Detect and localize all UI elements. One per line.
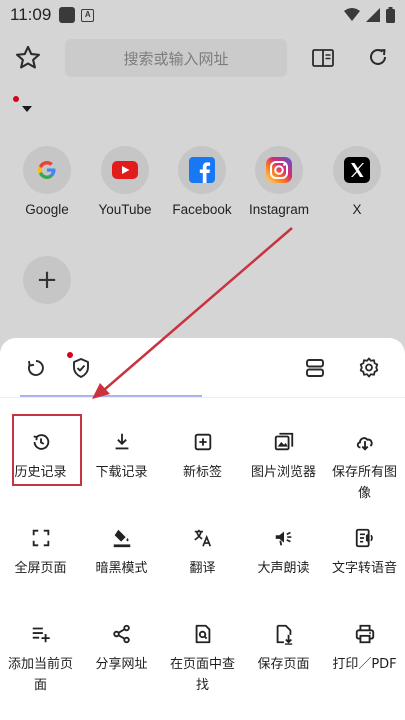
menu-item-find-in-page[interactable]: 在页面中查找 [162, 622, 243, 696]
gear-icon[interactable] [357, 356, 381, 380]
menu-item-save-page[interactable]: 保存页面 [243, 622, 324, 675]
menu-item-label: 文字转语音 [331, 561, 397, 576]
shortcut-instagram[interactable]: Instagram [240, 146, 318, 217]
menu-item-label: 全屏页面 [14, 561, 67, 576]
menu-tab-bar [0, 338, 405, 398]
shortcut-youtube[interactable]: YouTube [86, 146, 164, 217]
shortcut-label: Instagram [248, 202, 310, 217]
chevron-down-icon [22, 106, 32, 112]
add-shortcut-button[interactable]: + [23, 256, 71, 304]
menu-item-read-aloud[interactable]: 大声朗读 [243, 526, 324, 579]
read-aloud-icon [272, 526, 296, 550]
undo-icon[interactable] [24, 356, 48, 380]
menu-item-share[interactable]: 分享网址 [81, 622, 162, 675]
signal-icon [366, 8, 380, 22]
browser-toolbar: 搜索或输入网址 [0, 38, 405, 80]
menu-item-translate[interactable]: 翻译 [162, 526, 243, 579]
dark-mode-icon [110, 526, 134, 550]
battery-icon [386, 7, 395, 23]
menu-item-new-tab[interactable]: 新标签 [162, 430, 243, 483]
menu-item-text-to-speech[interactable]: 文字转语音 [324, 526, 405, 579]
shortcut-label: Facebook [172, 202, 232, 217]
menu-item-label: 暗黑模式 [95, 561, 148, 576]
shortcut-google[interactable]: Google [8, 146, 86, 217]
menu-item-print[interactable]: 打印／PDF [324, 622, 405, 675]
menu-item-label: 分享网址 [95, 657, 148, 672]
history-highlight-box [12, 414, 82, 486]
find-in-page-icon [191, 622, 215, 646]
menu-item-label: 图片浏览器 [250, 465, 316, 480]
menu-item-label: 下载记录 [95, 465, 148, 480]
menu-item-image-browser[interactable]: 图片浏览器 [243, 430, 324, 483]
menu-item-fullscreen[interactable]: 全屏页面 [0, 526, 81, 579]
shortcut-label: Google [25, 202, 69, 217]
google-icon [23, 146, 71, 194]
download-icon [110, 430, 134, 454]
instagram-icon [255, 146, 303, 194]
sheet-divider [0, 397, 405, 398]
cloud-download-icon [353, 430, 377, 454]
fullscreen-icon [29, 526, 53, 550]
shield-notification-dot [67, 352, 73, 358]
menu-item-cloud-download[interactable]: 保存所有图像 [324, 430, 405, 504]
menu-item-download[interactable]: 下载记录 [81, 430, 162, 483]
status-time: 11:09 [10, 5, 52, 24]
wifi-icon [344, 8, 360, 21]
status-bar: 11:09 A [0, 0, 405, 30]
new-tab-icon [191, 430, 215, 454]
print-icon [353, 622, 377, 646]
search-input[interactable]: 搜索或输入网址 [65, 39, 287, 77]
share-icon [110, 622, 134, 646]
menu-item-label: 翻译 [189, 561, 216, 576]
menu-item-label: 保存页面 [257, 657, 310, 672]
x-icon [333, 146, 381, 194]
reload-icon[interactable] [366, 45, 390, 69]
shortcut-label: X [352, 202, 362, 217]
facebook-icon [178, 146, 226, 194]
menu-item-label: 打印／PDF [332, 657, 397, 672]
save-page-icon [272, 622, 296, 646]
image-browser-icon [272, 430, 296, 454]
bookmark-star-icon[interactable] [14, 44, 42, 72]
translate-icon [191, 526, 215, 550]
shortcut-label: YouTube [98, 202, 152, 217]
shield-check-icon[interactable] [69, 356, 93, 380]
search-placeholder: 搜索或输入网址 [123, 49, 229, 68]
plus-icon: + [36, 265, 58, 295]
menu-item-label: 在页面中查找 [169, 657, 235, 693]
menu-item-dark-mode[interactable]: 暗黑模式 [81, 526, 162, 579]
layout-icon[interactable] [303, 356, 327, 380]
shortcut-facebook[interactable]: Facebook [163, 146, 241, 217]
shortcut-x[interactable]: X [318, 146, 396, 217]
menu-item-label: 保存所有图像 [331, 465, 397, 501]
menu-item-label: 添加当前页面 [7, 657, 73, 693]
notification-badge-icon: A [81, 8, 95, 22]
menu-item-label: 新标签 [182, 465, 222, 480]
text-to-speech-icon [353, 526, 377, 550]
reader-mode-icon[interactable] [311, 46, 335, 70]
youtube-icon [101, 146, 149, 194]
add-page-icon [29, 622, 53, 646]
menu-item-add-page[interactable]: 添加当前页面 [0, 622, 81, 696]
menu-item-label: 大声朗读 [257, 561, 310, 576]
notification-icon [59, 7, 76, 23]
